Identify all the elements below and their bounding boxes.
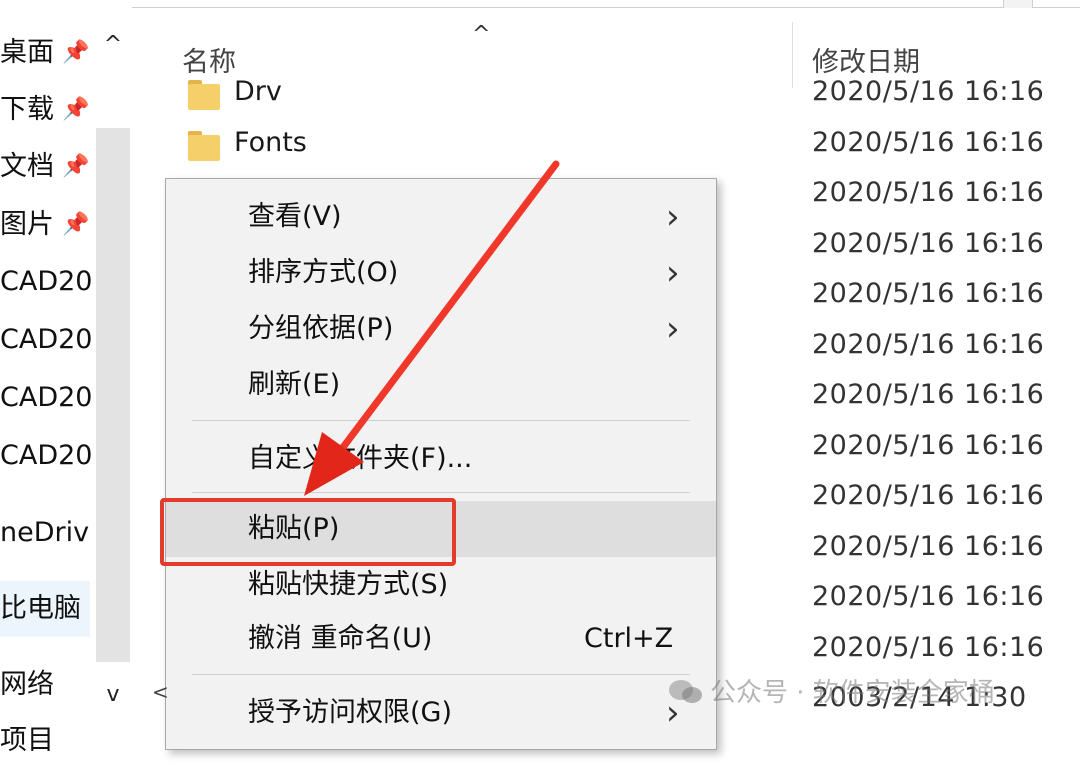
nav-item-label: neDriv xyxy=(0,517,90,548)
menu-separator xyxy=(192,492,690,493)
watermark-text: 公众号 · 软件安装全家桶 xyxy=(710,678,995,708)
menu-item-sort-by[interactable]: 排序方式(O) › xyxy=(166,247,716,299)
scroll-left-icon[interactable]: < xyxy=(152,680,169,704)
chevron-right-icon: › xyxy=(666,309,680,349)
file-modified-date: 2020/5/16 16:16 xyxy=(812,429,1045,461)
file-row[interactable]: Drv 2020/5/16 16:16 xyxy=(132,70,1080,120)
nav-item-label: 比电脑 xyxy=(0,593,81,624)
menu-item-label: 撤消 重命名(U) xyxy=(248,623,433,654)
watermark: 公众号 · 软件安装全家桶 xyxy=(668,672,995,709)
menu-item-paste-shortcut[interactable]: 粘贴快捷方式(S) xyxy=(166,559,716,611)
menu-item-label: 排序方式(O) xyxy=(248,257,399,288)
pin-icon: 📌 xyxy=(62,154,90,179)
pin-icon: 📌 xyxy=(62,97,90,122)
nav-item-label: 项目 xyxy=(0,725,54,756)
address-bar-strip xyxy=(0,0,1080,8)
folder-icon xyxy=(188,130,220,161)
menu-item-refresh[interactable]: 刷新(E) xyxy=(166,359,716,411)
file-modified-date: 2020/5/16 16:16 xyxy=(812,480,1045,511)
nav-scrollbar-thumb[interactable] xyxy=(96,128,130,662)
context-menu: 查看(V) › 排序方式(O) › 分组依据(P) › 刷新(E) 自定义文件夹… xyxy=(165,178,717,750)
scroll-up-icon[interactable]: ^ xyxy=(96,30,130,60)
nav-item-label: CAD20 xyxy=(0,266,93,297)
chevron-right-icon: › xyxy=(666,253,680,293)
file-modified-date: 2020/5/16 16:16 xyxy=(812,581,1045,612)
nav-item-label: 网络 xyxy=(0,669,54,700)
file-modified-date: 2020/5/16 16:16 xyxy=(812,76,1045,107)
nav-item-label: 文档 xyxy=(0,151,54,182)
menu-item-label: 刷新(E) xyxy=(248,369,341,400)
folder-icon xyxy=(188,80,220,110)
nav-item-label: CAD20 xyxy=(0,324,93,355)
file-modified-date: 2020/5/16 16:16 xyxy=(812,177,1045,208)
menu-item-grant-access[interactable]: 授予访问权限(G) › xyxy=(166,687,716,739)
pin-icon: 📌 xyxy=(62,40,90,65)
navigation-pane: 桌面 📌 下载 📌 文档 📌 图片 📌 CAD20 CAD20 CAD20 CA… xyxy=(0,0,132,756)
file-row[interactable]: Fonts 2020/5/16 16:16 xyxy=(132,121,1080,171)
paste-highlight-box xyxy=(160,498,456,566)
menu-item-customize-folder[interactable]: 自定义文件夹(F)... xyxy=(166,433,716,485)
menu-item-group-by[interactable]: 分组依据(P) › xyxy=(166,303,716,355)
menu-item-label: 粘贴快捷方式(S) xyxy=(248,569,449,600)
file-name: Drv xyxy=(234,76,282,107)
menu-item-label: 自定义文件夹(F)... xyxy=(248,443,473,474)
menu-item-shortcut: Ctrl+Z xyxy=(584,623,674,654)
nav-item-label: 下载 xyxy=(0,94,54,125)
file-modified-date: 2020/5/16 16:16 xyxy=(812,328,1045,360)
sort-ascending-icon[interactable]: ^ xyxy=(472,22,490,47)
nav-item-label: 图片 xyxy=(0,209,54,240)
menu-item-label: 授予访问权限(G) xyxy=(248,697,452,728)
chevron-right-icon: › xyxy=(666,197,680,237)
menu-separator xyxy=(192,674,690,675)
file-name: Fonts xyxy=(234,126,307,158)
address-bar[interactable] xyxy=(128,0,1004,8)
pin-icon: 📌 xyxy=(62,212,90,237)
nav-item-label: CAD20 xyxy=(0,382,93,413)
file-modified-date: 2020/5/16 16:16 xyxy=(812,379,1045,410)
file-modified-date: 2020/5/16 16:16 xyxy=(812,278,1045,309)
file-modified-date: 2020/5/16 16:16 xyxy=(812,227,1045,259)
file-modified-date: 2020/5/16 16:16 xyxy=(812,530,1045,562)
menu-item-label: 查看(V) xyxy=(248,201,342,232)
nav-item-label: 桌面 xyxy=(0,37,54,68)
menu-item-undo-rename[interactable]: 撤消 重命名(U) Ctrl+Z xyxy=(166,613,716,665)
menu-separator xyxy=(192,420,690,421)
file-modified-date: 2020/5/16 16:16 xyxy=(812,631,1045,663)
nav-item-label: CAD20 xyxy=(0,440,93,471)
menu-item-view[interactable]: 查看(V) › xyxy=(166,191,716,243)
menu-item-label: 分组依据(P) xyxy=(248,313,394,344)
scroll-down-icon[interactable]: v xyxy=(96,680,130,710)
file-modified-date: 2020/5/16 16:16 xyxy=(812,126,1045,158)
search-box[interactable] xyxy=(1032,0,1080,8)
wechat-icon xyxy=(669,680,702,703)
